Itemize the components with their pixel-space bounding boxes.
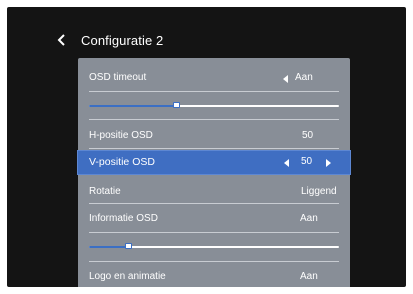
osd-timeout-slider[interactable] <box>89 102 339 108</box>
setting-value: Aan <box>300 271 318 282</box>
setting-value: Aan <box>295 72 313 83</box>
setting-row-rotatie[interactable]: Rotatie Liggend <box>78 182 350 202</box>
divider <box>89 203 339 204</box>
slider-fill <box>89 105 177 107</box>
setting-value: Liggend <box>301 186 337 197</box>
settings-panel: OSD timeout Aan H-positie OSD 50 V-posit… <box>77 58 351 287</box>
chevron-left-icon[interactable] <box>57 32 69 48</box>
slider-knob[interactable] <box>172 102 180 108</box>
divider <box>89 148 339 149</box>
divider <box>89 232 339 233</box>
setting-label: Rotatie <box>89 186 121 197</box>
osd-header: Configuratie 2 <box>57 29 163 51</box>
slider-knob[interactable] <box>125 243 132 249</box>
osd-screen: Configuratie 2 OSD timeout Aan H-positie… <box>7 7 406 287</box>
divider <box>89 119 339 120</box>
divider <box>89 261 339 262</box>
divider <box>89 91 339 92</box>
arrow-left-icon[interactable] <box>284 159 290 167</box>
setting-value: Aan <box>300 213 318 224</box>
setting-label: H-positie OSD <box>89 130 153 141</box>
informatie-slider[interactable] <box>89 243 339 249</box>
setting-label: Informatie OSD <box>89 213 158 224</box>
setting-label: OSD timeout <box>89 72 147 83</box>
arrow-right-icon[interactable] <box>325 159 331 167</box>
setting-row-v-positie[interactable]: V-positie OSD 50 <box>77 150 351 175</box>
setting-row-informatie[interactable]: Informatie OSD Aan <box>78 209 350 229</box>
setting-value: 50 <box>301 156 313 167</box>
setting-value: 50 <box>302 130 314 141</box>
slider-fill <box>89 246 129 248</box>
arrow-left-icon[interactable] <box>283 75 289 83</box>
setting-label: Logo en animatie <box>89 271 166 282</box>
setting-label: V-positie OSD <box>89 156 155 168</box>
setting-row-osd-timeout[interactable]: OSD timeout Aan <box>78 68 350 88</box>
setting-row-logo[interactable]: Logo en animatie Aan <box>78 267 350 287</box>
page-title: Configuratie 2 <box>81 32 164 48</box>
setting-row-h-positie[interactable]: H-positie OSD 50 <box>78 126 350 146</box>
